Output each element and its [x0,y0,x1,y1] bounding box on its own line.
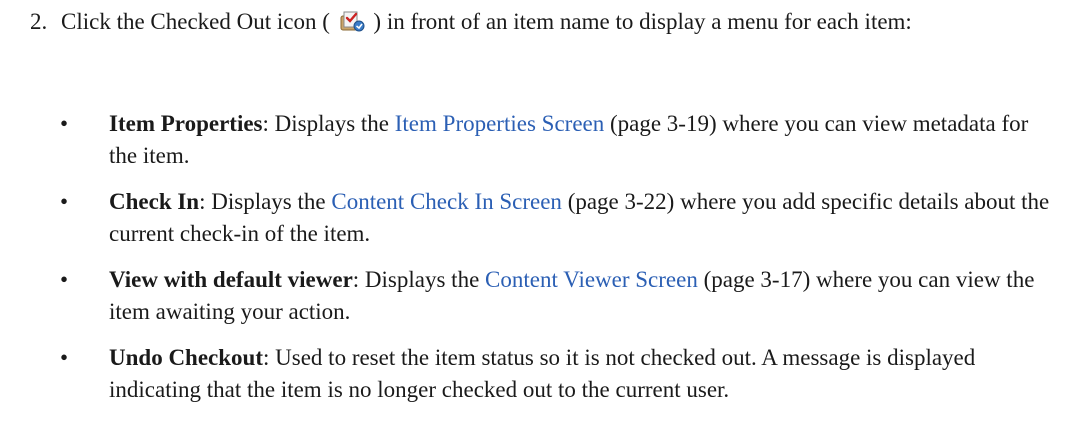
page-ref: (page 3-17) [697,267,811,292]
list-item-undo-checkout: • Undo Checkout: Used to reset the item … [60,342,1060,406]
bullet: • [60,345,69,370]
step-text-after-icon: ) in front of an item name to display a … [373,9,912,34]
option-separator: : Displays the [199,189,332,214]
page-ref: (page 3-19) [604,111,717,136]
bullet: • [60,267,69,292]
bullet: • [60,189,69,214]
link-item-properties-screen[interactable]: Item Properties Screen [395,111,604,136]
link-content-viewer-screen[interactable]: Content Viewer Screen [485,267,698,292]
option-separator: : Displays the [352,267,486,292]
step-2: 2. Click the Checked Out icon ( ) in fro… [30,6,1060,38]
bullet: • [60,111,69,136]
link-content-check-in-screen[interactable]: Content Check In Screen [331,189,562,214]
option-term: Undo Checkout [109,345,264,370]
option-separator: : Displays the [262,111,395,136]
option-term: Item Properties [109,111,263,136]
menu-options-list: • Item Properties: Displays the Item Pro… [60,108,1060,420]
step-text-before-icon: Click the Checked Out icon ( [61,9,330,34]
option-term: View with default viewer [109,267,353,292]
list-item-view-with-default-viewer: • View with default viewer: Displays the… [60,264,1060,328]
page-ref: (page 3-22) [561,189,675,214]
checked-out-icon[interactable] [338,9,366,33]
step-text: Click the Checked Out icon ( ) in front … [61,6,1060,38]
list-item-check-in: • Check In: Displays the Content Check I… [60,186,1060,250]
option-term: Check In [109,189,200,214]
step-number: 2. [30,9,48,34]
list-item-item-properties: • Item Properties: Displays the Item Pro… [60,108,1060,172]
